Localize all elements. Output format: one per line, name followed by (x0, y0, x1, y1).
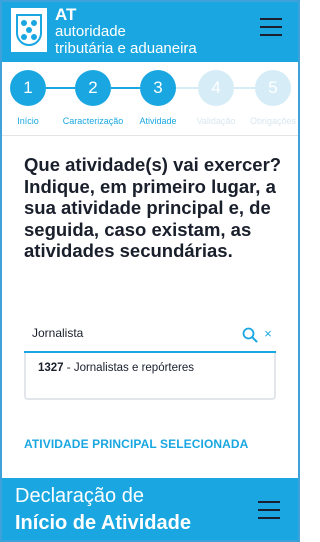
page-question: Que atividade(s) vai exercer? Indique, e… (24, 154, 282, 262)
suggestion-list: 1327 - Jornalistas e repórteres (24, 353, 276, 400)
step-number: 4 (198, 70, 234, 106)
suggestion-code: 1327 (38, 362, 64, 374)
brand-short: AT (55, 5, 77, 24)
section-title: ATIVIDADE PRINCIPAL SELECIONADA (24, 437, 249, 451)
step-5: 5 Obrigações (233, 70, 313, 126)
section-content-placeholder (24, 468, 254, 476)
activity-search: × (24, 318, 276, 353)
banner-line1: Declaração de (15, 485, 144, 507)
app-header: AT autoridade tributária e aduaneira (0, 0, 300, 62)
search-icon[interactable] (242, 327, 258, 343)
suggestion-item[interactable]: 1327 - Jornalistas e repórteres (38, 362, 194, 374)
close-icon[interactable]: × (262, 326, 274, 341)
hamburger-icon[interactable] (260, 18, 282, 36)
page-banner: Declaração de Início de Atividade (0, 478, 300, 542)
search-input[interactable] (32, 326, 232, 340)
brand-line2: tributária e aduaneira (55, 40, 197, 57)
brand-line1: autoridade (55, 23, 126, 40)
banner-line2: Início de Atividade (15, 512, 191, 534)
step-number: 5 (255, 70, 291, 106)
brand-name: AT autoridade tributária e aduaneira (55, 6, 197, 57)
step-label: Obrigações (249, 116, 297, 126)
hamburger-icon[interactable] (258, 501, 280, 519)
step-number: 1 (10, 70, 46, 106)
step-number: 2 (75, 70, 111, 106)
progress-stepper: 1 Início 2 Caracterização 3 Atividade 4 … (0, 62, 300, 136)
step-number: 3 (140, 70, 176, 106)
at-logo-icon (11, 8, 47, 52)
suggestion-text: - Jornalistas e repórteres (63, 362, 194, 374)
